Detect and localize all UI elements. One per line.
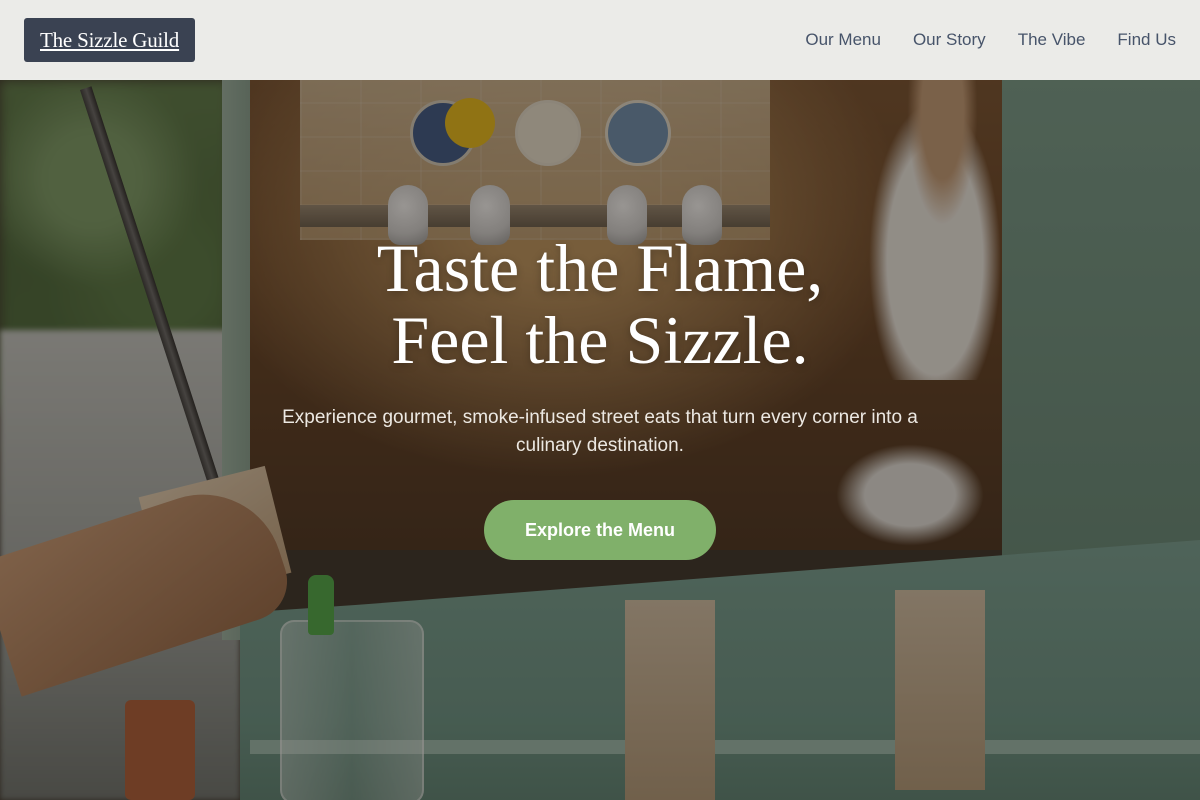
hero-title-line-2: Feel the Sizzle.: [391, 302, 809, 378]
hero-subtitle: Experience gourmet, smoke-infused street…: [282, 407, 918, 456]
main-nav: Our Menu Our Story The Vibe Find Us: [805, 30, 1176, 50]
nav-link-the-vibe[interactable]: The Vibe: [1018, 30, 1086, 50]
explore-menu-button[interactable]: Explore the Menu: [484, 500, 716, 560]
nav-link-find-us[interactable]: Find Us: [1117, 30, 1176, 50]
hero-section: Taste the Flame, Feel the Sizzle. Experi…: [0, 232, 1200, 560]
landing-page: The Sizzle Guild Our Menu Our Story The …: [0, 0, 1200, 800]
hero-title-line-1: Taste the Flame,: [376, 230, 824, 306]
site-header: The Sizzle Guild Our Menu Our Story The …: [0, 0, 1200, 80]
hero-title: Taste the Flame, Feel the Sizzle.: [0, 232, 1200, 376]
nav-link-our-menu[interactable]: Our Menu: [805, 30, 881, 50]
brand-logo[interactable]: The Sizzle Guild: [24, 18, 196, 62]
nav-link-our-story[interactable]: Our Story: [913, 30, 986, 50]
